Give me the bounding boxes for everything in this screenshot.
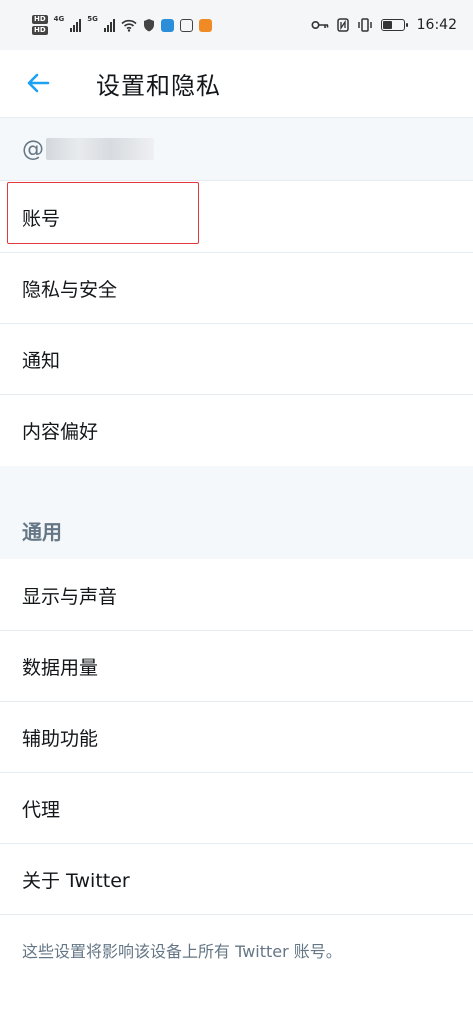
settings-item-label: 辅助功能 <box>22 727 99 750</box>
signal-icon-2 <box>103 18 115 32</box>
status-left: HD HD 4G 5G <box>32 15 311 35</box>
settings-item-proxy[interactable]: 代理 <box>0 773 473 844</box>
hd-badge-2: HD <box>32 26 48 35</box>
settings-item-label: 代理 <box>22 798 61 821</box>
footer-note: 这些设置将影响该设备上所有 Twitter 账号。 <box>22 942 342 961</box>
settings-item-data-usage[interactable]: 数据用量 <box>0 631 473 702</box>
settings-item-account[interactable]: 账号 <box>0 182 473 253</box>
hd-indicators: HD HD <box>32 15 48 35</box>
network-type-1: 4G <box>53 15 65 23</box>
settings-item-notifications[interactable]: 通知 <box>0 324 473 395</box>
section-general-header <box>0 466 473 559</box>
settings-item-content-preferences[interactable]: 内容偏好 <box>0 395 473 466</box>
app-header: 设置和隐私 <box>0 50 473 116</box>
wifi-icon <box>121 19 137 32</box>
status-right: 16:42 <box>311 17 457 33</box>
app-icon-blue <box>160 18 174 32</box>
vibrate-icon <box>357 18 372 32</box>
battery-icon <box>380 19 408 31</box>
settings-item-label: 显示与声音 <box>22 585 118 608</box>
back-button[interactable] <box>24 69 52 97</box>
arrow-left-icon <box>27 73 50 93</box>
network-type-2: 5G <box>87 15 98 23</box>
settings-item-label: 数据用量 <box>22 656 99 679</box>
account-handle-row: @ <box>0 117 473 181</box>
signal-icon-1 <box>70 18 82 32</box>
settings-item-label: 账号 <box>22 207 61 230</box>
bottom-spacer <box>0 980 473 1024</box>
account-handle-redacted <box>46 138 154 160</box>
account-at-sign: @ <box>22 136 44 162</box>
page-title: 设置和隐私 <box>96 71 221 100</box>
shield-icon <box>143 18 154 31</box>
app-icon-orange <box>198 18 212 32</box>
settings-item-label: 内容偏好 <box>22 421 99 443</box>
key-icon <box>311 20 328 30</box>
settings-item-privacy[interactable]: 隐私与安全 <box>0 253 473 324</box>
section-title-general: 通用 <box>22 520 62 544</box>
settings-item-label: 关于 Twitter <box>22 869 130 892</box>
settings-item-about-twitter[interactable]: 关于 Twitter <box>0 844 473 915</box>
battery-fill <box>382 21 393 29</box>
settings-item-display-sound[interactable]: 显示与声音 <box>0 560 473 631</box>
status-bar: HD HD 4G 5G 16:42 <box>0 0 473 50</box>
instagram-icon <box>179 18 193 32</box>
settings-item-label: 隐私与安全 <box>22 278 118 301</box>
status-time: 16:42 <box>416 17 457 33</box>
nfc-icon <box>336 18 349 32</box>
settings-item-accessibility[interactable]: 辅助功能 <box>0 702 473 773</box>
settings-item-label: 通知 <box>22 349 61 372</box>
hd-badge-1: HD <box>32 15 48 24</box>
